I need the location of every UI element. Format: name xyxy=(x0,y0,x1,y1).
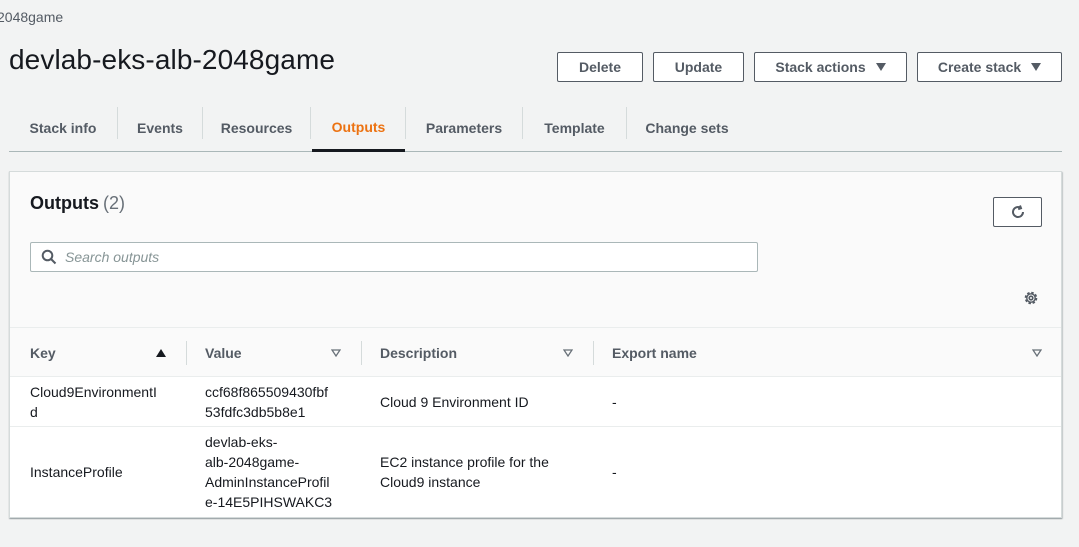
key-cell: InstanceProfile xyxy=(30,427,180,517)
value-text-line: AdminInstanceProfil xyxy=(205,474,330,490)
sort-ascending-icon[interactable] xyxy=(156,328,166,377)
export-name-cell: - xyxy=(612,377,812,426)
tab-stack-info[interactable]: Stack info xyxy=(9,104,117,151)
value-text-line: devlab-eks- xyxy=(205,434,278,450)
outputs-table: Key Value Description Export name Cloud9… xyxy=(10,327,1061,517)
column-divider xyxy=(593,341,594,365)
stack-actions-label: Stack actions xyxy=(775,59,866,75)
key-cell: Cloud9EnvironmentI d xyxy=(30,377,180,426)
tab-resources[interactable]: Resources xyxy=(203,104,310,151)
outputs-panel: Outputs(2) Key Value xyxy=(9,171,1062,518)
value-cell: ccf68f865509430fbf 53fdfc3db5b8e1 xyxy=(205,377,355,426)
outputs-count: (2) xyxy=(103,193,125,213)
tab-events[interactable]: Events xyxy=(118,104,202,151)
update-button[interactable]: Update xyxy=(653,52,744,82)
table-header: Key Value Description Export name xyxy=(10,327,1061,377)
tab-bar: Stack info Events Resources Outputs Para… xyxy=(9,104,1062,152)
delete-button[interactable]: Delete xyxy=(557,52,643,82)
delete-button-label: Delete xyxy=(578,59,622,75)
column-header-export-name[interactable]: Export name xyxy=(612,328,697,377)
tab-template[interactable]: Template xyxy=(523,104,626,151)
tab-change-sets[interactable]: Change sets xyxy=(627,104,747,151)
sort-icon[interactable] xyxy=(1032,328,1042,377)
search-outputs-input[interactable] xyxy=(65,244,725,270)
export-name-cell: - xyxy=(612,427,812,517)
sort-icon[interactable] xyxy=(563,328,573,377)
key-text-line: Cloud9EnvironmentI xyxy=(30,383,157,400)
outputs-heading: Outputs (2) xyxy=(30,193,125,214)
value-text-line: alb-2048game- xyxy=(205,454,300,470)
breadcrumb[interactable]: 2048game xyxy=(0,9,63,25)
page-title: devlab-eks-alb-2048game xyxy=(9,44,336,75)
column-header-value[interactable]: Value xyxy=(205,328,242,377)
search-icon xyxy=(41,249,57,265)
value-text-line: e-14E5PIHSWAKC3 xyxy=(205,494,333,510)
caret-down-icon xyxy=(1031,63,1042,71)
caret-down-icon xyxy=(875,63,886,71)
sort-icon[interactable] xyxy=(331,328,341,377)
tab-parameters[interactable]: Parameters xyxy=(406,104,522,151)
description-cell: EC2 instance profile for the Cloud9 inst… xyxy=(380,427,580,517)
gear-icon[interactable] xyxy=(1022,289,1040,307)
refresh-button[interactable] xyxy=(993,197,1042,227)
column-divider xyxy=(361,341,362,365)
value-cell: devlab-eks- alb-2048game- AdminInstanceP… xyxy=(205,427,355,517)
column-divider xyxy=(186,341,187,365)
column-header-description[interactable]: Description xyxy=(380,328,457,377)
value-text-line: ccf68f865509430fbf xyxy=(205,383,328,400)
tab-divider xyxy=(310,107,311,139)
table-row: Cloud9EnvironmentI d ccf68f865509430fbf … xyxy=(10,377,1061,427)
key-text-line: InstanceProfile xyxy=(30,464,123,480)
create-stack-button[interactable]: Create stack xyxy=(917,52,1062,82)
export-name-text: - xyxy=(612,464,617,480)
refresh-icon xyxy=(1011,205,1024,218)
description-text-line: Cloud9 instance xyxy=(380,474,481,490)
description-cell: Cloud 9 Environment ID xyxy=(380,377,580,426)
description-text-line: EC2 instance profile for the xyxy=(380,454,549,470)
column-header-key[interactable]: Key xyxy=(30,328,56,377)
table-row: InstanceProfile devlab-eks- alb-2048game… xyxy=(10,427,1061,517)
stack-actions-button[interactable]: Stack actions xyxy=(754,52,907,82)
key-text-line: d xyxy=(30,403,38,420)
search-outputs-field[interactable] xyxy=(30,242,758,272)
export-name-text: - xyxy=(612,393,617,410)
value-text-line: 53fdfc3db5b8e1 xyxy=(205,403,306,420)
create-stack-label: Create stack xyxy=(937,59,1022,75)
outputs-title: Outputs xyxy=(30,193,99,213)
update-button-label: Update xyxy=(674,59,723,75)
tab-outputs[interactable]: Outputs xyxy=(312,104,405,152)
description-text-line: Cloud 9 Environment ID xyxy=(380,393,529,410)
